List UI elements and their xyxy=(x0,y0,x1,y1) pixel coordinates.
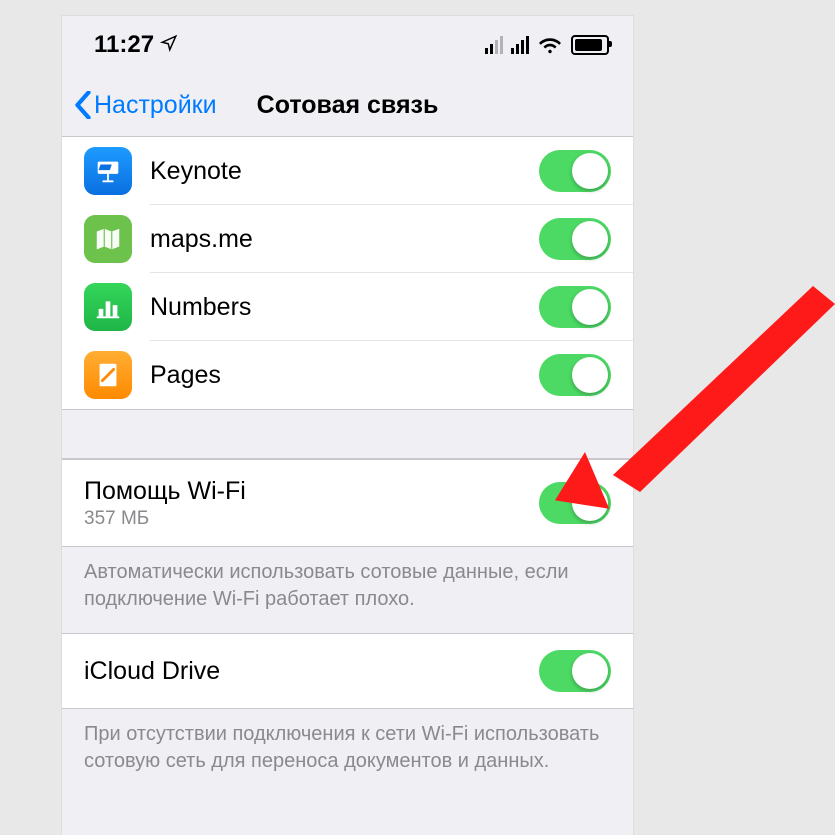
cellular-signal-icon xyxy=(485,36,529,54)
back-button[interactable]: Настройки xyxy=(74,91,217,120)
icloud-footer: При отсутствии подключения к сети Wi-Fi … xyxy=(62,709,633,795)
toggle-icloud-drive[interactable] xyxy=(539,650,611,692)
pages-icon xyxy=(84,351,132,399)
wifi-assist-footer: Автоматически использовать сотовые данны… xyxy=(62,547,633,633)
status-time: 11:27 xyxy=(94,31,154,59)
location-icon xyxy=(160,31,178,59)
app-label: Pages xyxy=(150,361,539,390)
toggle-keynote[interactable] xyxy=(539,150,611,192)
app-row-pages[interactable]: Pages xyxy=(62,341,633,409)
toggle-wifi-assist[interactable] xyxy=(539,482,611,524)
wifi-assist-title: Помощь Wi-Fi xyxy=(84,477,246,505)
app-label: Keynote xyxy=(150,157,539,186)
app-row-mapsme[interactable]: maps.me xyxy=(62,205,633,273)
section-spacer xyxy=(62,410,633,459)
numbers-icon xyxy=(84,283,132,331)
mapsme-icon xyxy=(84,215,132,263)
wifi-assist-row[interactable]: Помощь Wi-Fi 357 МБ xyxy=(62,460,633,546)
wifi-icon xyxy=(539,36,561,54)
icloud-group: iCloud Drive xyxy=(62,633,633,709)
icloud-drive-row[interactable]: iCloud Drive xyxy=(62,634,633,708)
app-label: Numbers xyxy=(150,293,539,322)
app-list: Keynote maps.me Numbers Pages xyxy=(62,137,633,410)
toggle-mapsme[interactable] xyxy=(539,218,611,260)
chevron-left-icon xyxy=(74,91,92,119)
toggle-pages[interactable] xyxy=(539,354,611,396)
keynote-icon xyxy=(84,147,132,195)
toggle-numbers[interactable] xyxy=(539,286,611,328)
status-bar: 11:27 xyxy=(62,16,633,74)
wifi-assist-group: Помощь Wi-Fi 357 МБ xyxy=(62,459,633,547)
phone-frame: 11:27 Настройки Сотовая связь xyxy=(62,16,633,835)
app-row-keynote[interactable]: Keynote xyxy=(62,137,633,205)
app-row-numbers[interactable]: Numbers xyxy=(62,273,633,341)
nav-header: Настройки Сотовая связь xyxy=(62,74,633,137)
wifi-assist-subtitle: 357 МБ xyxy=(84,508,539,530)
icloud-drive-title: iCloud Drive xyxy=(84,657,539,686)
battery-icon xyxy=(571,35,609,55)
app-label: maps.me xyxy=(150,225,539,254)
back-label: Настройки xyxy=(94,91,217,120)
